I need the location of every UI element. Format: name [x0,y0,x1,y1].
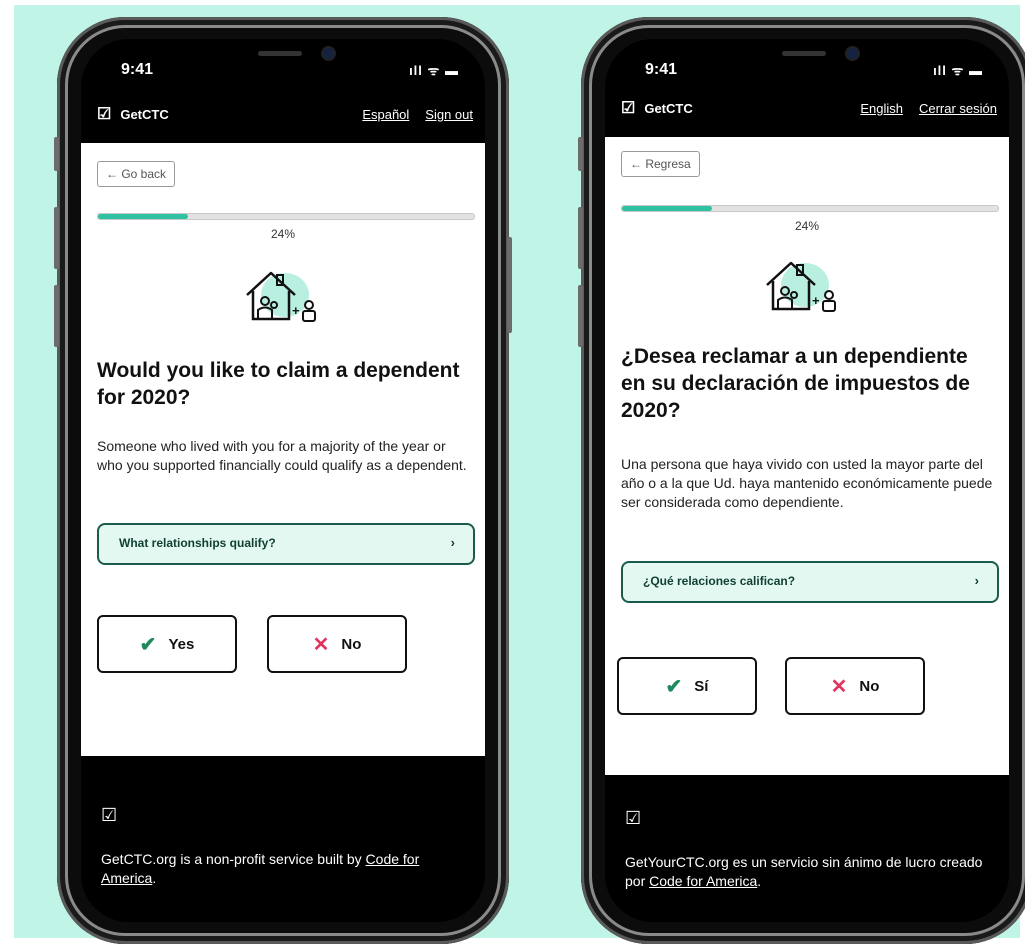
app-header: ☑ GetCTC Español Sign out [81,101,485,131]
volume-up-button [578,207,583,269]
no-button[interactable]: ✕ No [785,657,925,715]
go-back-button[interactable]: ← Regresa [621,151,700,177]
progress-bar [621,205,999,212]
language-link[interactable]: Español [362,107,409,122]
status-time: 9:41 [121,61,154,78]
phone-screen: 9:41 ıll ᯤ ▬ ☑ GetCTC Español Sign out ←… [81,39,485,922]
accordion-label: What relationships qualify? [119,536,276,550]
progress-fill [98,214,189,219]
checkmark-icon: ✔ [139,633,157,656]
yes-button[interactable]: ✔ Sí [617,657,757,715]
relationships-accordion[interactable]: What relationships qualify? › [97,523,475,565]
progress-fill [622,206,713,211]
phone-spanish: 9:41 ıll ᯤ ▬ ☑ GetCTC English Cerrar ses… [578,17,1025,944]
house-dependent-icon: + [246,271,316,322]
question-description: Someone who lived with you for a majorit… [97,438,467,473]
speaker [258,51,302,56]
chevron-right-icon: › [974,573,979,588]
chevron-right-icon: › [450,535,455,550]
question-headline: ¿Desea reclamar a un dependiente en su d… [621,345,970,422]
no-label: No [341,635,362,653]
volume-down-button [578,285,583,347]
progress-percent: 24% [270,227,296,241]
footer-text: GetCTC.org is a non-profit service built… [101,850,473,888]
brand-name: GetCTC [644,101,693,116]
mute-switch [578,137,583,171]
status-icons: ıll ᯤ ▬ [409,63,459,78]
code-for-america-link[interactable]: Code for America [649,873,757,889]
svg-text:+: + [292,303,300,318]
relationships-accordion[interactable]: ¿Qué relaciones califican? › [621,561,999,603]
language-link[interactable]: English [860,101,903,116]
footer-text: GetYourCTC.org es un servicio sin ánimo … [625,853,997,891]
phone-english: 9:41 ıll ᯤ ▬ ☑ GetCTC Español Sign out ←… [54,17,512,944]
no-label: No [859,677,880,695]
house-dependent-icon: + [766,261,836,312]
power-button [507,237,512,333]
status-time: 9:41 [645,61,678,78]
status-icons: ıll ᯤ ▬ [933,63,983,78]
camera [323,48,334,59]
brand-logo[interactable]: ☑ GetCTC [621,99,693,117]
notch [712,39,902,75]
checkbox-footer-icon: ☑ [101,805,118,825]
question-card: ← Go back 24% + Would you like to claim … [81,143,485,756]
footer: ☑ GetYourCTC.org es un servicio sin ánim… [605,775,1009,922]
accordion-label: ¿Qué relaciones califican? [643,574,796,588]
yes-button[interactable]: ✔ Yes [97,615,237,673]
footer-period: . [152,870,157,886]
notch [188,39,378,75]
go-back-button[interactable]: ← Go back [97,161,176,187]
volume-up-button [54,207,59,269]
sign-out-link[interactable]: Cerrar sesión [919,101,997,116]
yes-label: Sí [694,677,709,695]
no-button[interactable]: ✕ No [267,615,407,673]
progress-percent: 24% [794,219,820,233]
mint-background: 9:41 ıll ᯤ ▬ ☑ GetCTC Español Sign out ←… [14,5,1025,944]
checkbox-logo-icon: ☑ [97,105,112,123]
footer: ☑ GetCTC.org is a non-profit service bui… [81,756,485,922]
question-card: ← Regresa 24% + ¿Desea reclamar a un dep… [605,137,1009,775]
svg-text:+: + [812,293,820,308]
header-links: Español Sign out [362,107,473,122]
question-headline: Would you like to claim a dependent for … [97,359,460,409]
brand-name: GetCTC [120,107,169,122]
footer-period: . [757,873,762,889]
yes-label: Yes [168,635,195,653]
x-icon: ✕ [830,675,848,698]
question-description: Una persona que haya vivido con usted la… [621,456,993,510]
progress-bar [97,213,475,220]
checkbox-footer-icon: ☑ [625,808,642,828]
camera [847,48,858,59]
header-links: English Cerrar sesión [860,101,997,116]
sign-out-link[interactable]: Sign out [425,107,473,122]
x-icon: ✕ [312,633,330,656]
footer-description: GetCTC.org is a non-profit service built… [101,851,366,867]
checkbox-logo-icon: ☑ [621,99,636,117]
checkmark-icon: ✔ [665,675,683,698]
brand-logo[interactable]: ☑ GetCTC [97,105,169,123]
volume-down-button [54,285,59,347]
speaker [782,51,826,56]
app-header: ☑ GetCTC English Cerrar sesión [605,95,1009,125]
phone-screen: 9:41 ıll ᯤ ▬ ☑ GetCTC English Cerrar ses… [605,39,1009,922]
mute-switch [54,137,59,171]
